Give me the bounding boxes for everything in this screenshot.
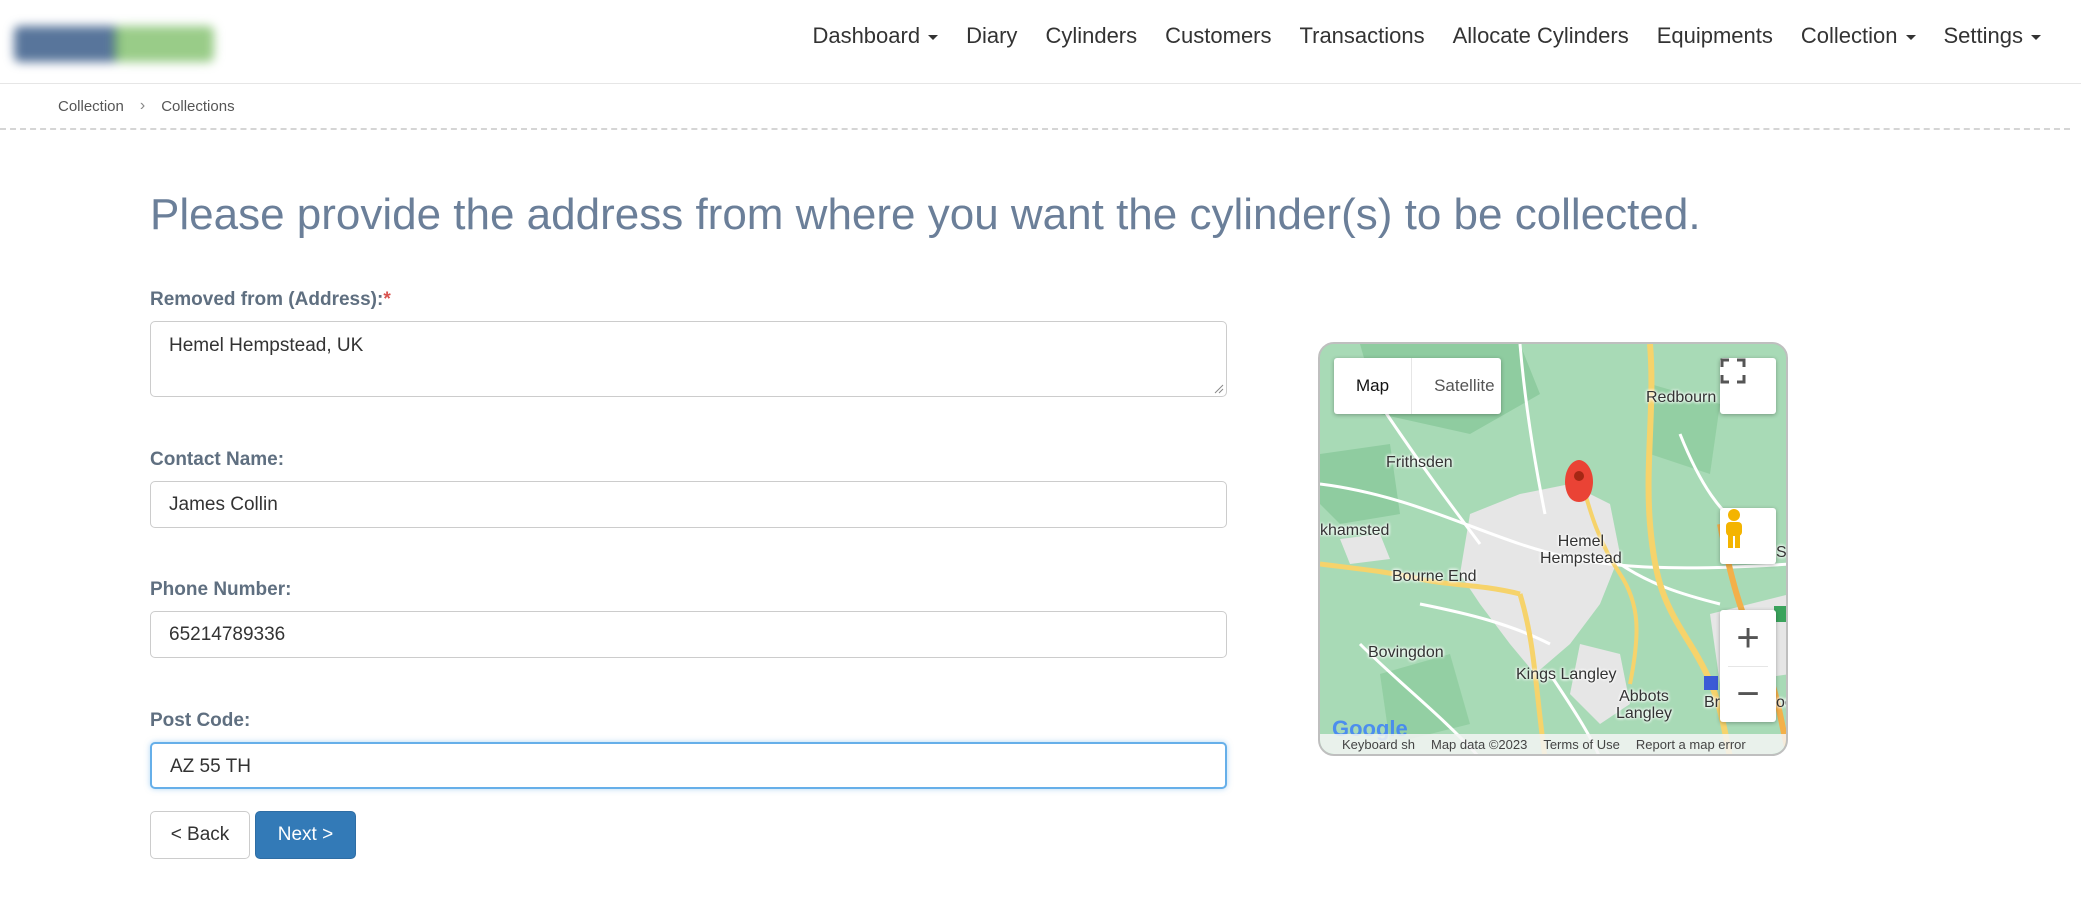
map-label-langley: Langley — [1616, 705, 1673, 722]
map-type-map-button[interactable]: Map — [1334, 358, 1411, 414]
map-label-hemel: Hemel — [1557, 533, 1605, 550]
pegman-icon — [1726, 509, 1742, 548]
next-button[interactable]: Next > — [255, 811, 356, 859]
zoom-out-button[interactable]: − — [1720, 666, 1776, 722]
caret-down-icon — [928, 35, 939, 40]
map-label-kings-langley: Kings Langley — [1516, 666, 1617, 683]
map-widget[interactable]: Redbourn Frithsden khamsted Hemel Hempste… — [1318, 342, 1788, 756]
post-code-label: Post Code: — [150, 710, 251, 731]
map-label-st: St — [1776, 544, 1787, 561]
nav-diary[interactable]: Diary — [952, 23, 1031, 49]
contact-name-label: Contact Name: — [150, 449, 285, 470]
nav-collection[interactable]: Collection — [1787, 23, 1930, 49]
zoom-in-button[interactable]: + — [1720, 610, 1776, 666]
caret-down-icon — [2031, 35, 2041, 40]
map-type-satellite-button[interactable]: Satellite — [1411, 358, 1500, 414]
post-code-value: AZ 55 TH — [170, 756, 251, 777]
map-label-redbourn: Redbourn — [1646, 389, 1717, 406]
map-label-oc: oc — [1776, 694, 1786, 711]
terms-of-use-link[interactable]: Terms of Use — [1543, 737, 1620, 752]
nav-allocate-cylinders[interactable]: Allocate Cylinders — [1439, 23, 1643, 49]
resize-handle-icon[interactable] — [1212, 382, 1224, 394]
contact-name-input[interactable]: James Collin — [150, 481, 1227, 528]
map-type-control: Map Satellite — [1334, 358, 1501, 414]
nav-customers[interactable]: Customers — [1151, 23, 1285, 49]
phone-number-value: 65214789336 — [169, 624, 286, 645]
map-label-hemel-hempstead: Hemel Hempstead — [1540, 533, 1622, 567]
nav-transactions[interactable]: Transactions — [1286, 23, 1439, 49]
phone-number-label: Phone Number: — [150, 579, 292, 600]
breadcrumb-separator-icon: › — [139, 97, 146, 114]
map-label-abbots-langley: Abbots Langley — [1616, 688, 1672, 722]
phone-number-input[interactable]: 65214789336 — [150, 611, 1227, 658]
nav-settings[interactable]: Settings — [1930, 23, 2056, 49]
map-label-frithsden: Frithsden — [1386, 454, 1453, 471]
breadcrumb-item-collections: Collections — [161, 97, 235, 115]
top-navbar: Dashboard Diary Cylinders Customers Tran… — [0, 0, 2081, 84]
brand-logo[interactable] — [14, 14, 214, 76]
breadcrumb-item-collection[interactable]: Collection — [58, 98, 124, 115]
nav-cylinders[interactable]: Cylinders — [1031, 23, 1151, 49]
map-label-bourne-end: Bourne End — [1392, 568, 1477, 585]
back-button[interactable]: < Back — [150, 811, 250, 859]
address-value: Hemel Hempstead, UK — [169, 335, 364, 356]
post-code-input[interactable]: AZ 55 TH — [150, 742, 1227, 789]
required-mark: * — [383, 289, 391, 310]
map-label-khamsted: khamsted — [1320, 522, 1390, 539]
nav-dashboard[interactable]: Dashboard — [798, 23, 952, 49]
map-label-abbots: Abbots — [1619, 688, 1669, 705]
page-title: Please provide the address from where yo… — [150, 190, 1701, 239]
caret-down-icon — [1905, 35, 1916, 40]
contact-name-value: James Collin — [169, 494, 278, 515]
nav-equipments[interactable]: Equipments — [1643, 23, 1787, 49]
map-footer: Keyboard sh Map data ©2023 Terms of Use … — [1320, 734, 1786, 754]
map-label-br: Br — [1704, 694, 1720, 711]
fullscreen-button[interactable] — [1720, 358, 1776, 414]
fullscreen-icon — [1720, 358, 1746, 384]
report-map-error-link[interactable]: Report a map error — [1636, 737, 1746, 752]
map-label-hempstead: Hempstead — [1540, 550, 1622, 567]
zoom-control: + − — [1720, 610, 1776, 722]
breadcrumb: Collection › Collections — [0, 84, 2070, 130]
address-label: Removed from (Address):* — [150, 289, 391, 310]
main-nav: Dashboard Diary Cylinders Customers Tran… — [798, 0, 2055, 72]
keyboard-shortcuts-link[interactable]: Keyboard sh — [1342, 737, 1415, 752]
map-label-bovingdon: Bovingdon — [1368, 644, 1444, 661]
address-textarea[interactable]: Hemel Hempstead, UK — [150, 321, 1227, 397]
street-view-button[interactable] — [1720, 508, 1776, 564]
map-data-attribution: Map data ©2023 — [1431, 736, 1528, 752]
